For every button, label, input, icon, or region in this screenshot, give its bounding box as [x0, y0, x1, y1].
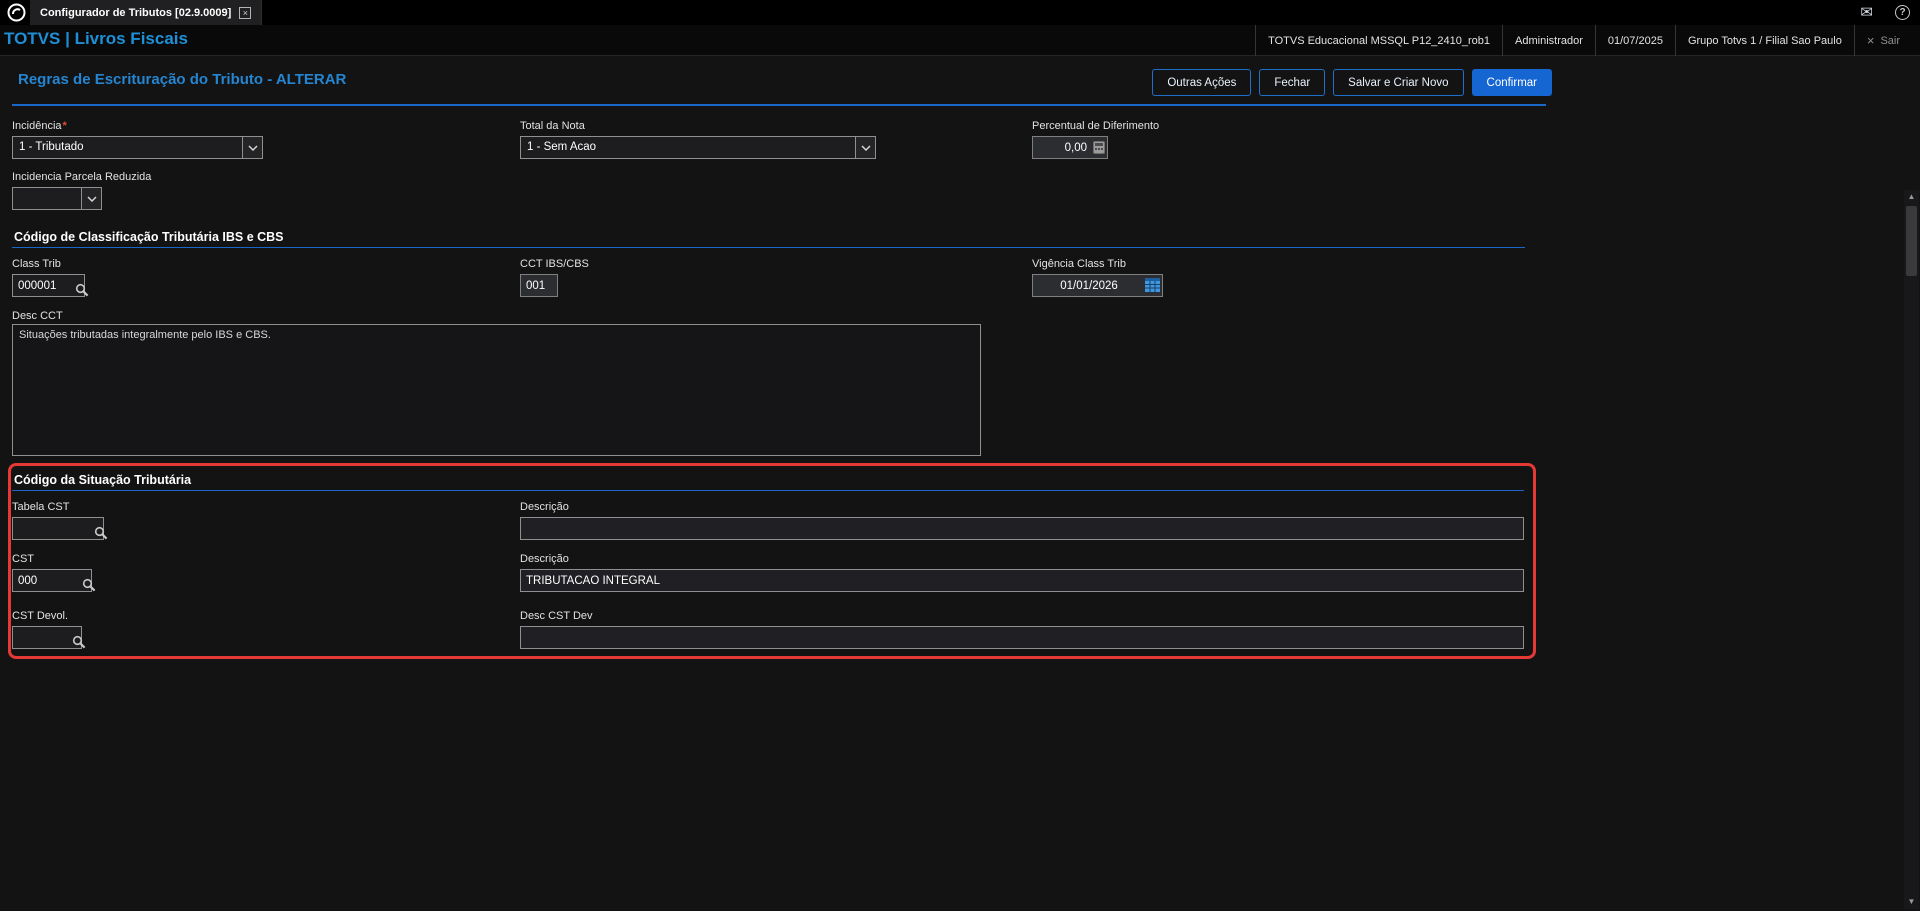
- section-class-trib-title: Código de Classificação Tributária IBS e…: [14, 230, 284, 244]
- action-toolbar: Outras Ações Fechar Salvar e Criar Novo …: [1152, 69, 1552, 96]
- tab-title: Configurador de Tributos [02.9.0009]: [40, 6, 232, 19]
- confirmar-button[interactable]: Confirmar: [1471, 69, 1552, 96]
- magnifier-icon[interactable]: [75, 283, 89, 302]
- cct-ibs-cbs-label: CCT IBS/CBS: [520, 258, 589, 270]
- section-cst-title: Código da Situação Tributária: [14, 473, 192, 487]
- help-icon[interactable]: ?: [1895, 5, 1910, 20]
- cct-ibs-cbs-input[interactable]: [520, 274, 558, 297]
- class-trib-label: Class Trib: [12, 258, 61, 270]
- desc-cct-label: Desc CCT: [12, 310, 63, 322]
- tabela-descricao-input[interactable]: [520, 517, 1524, 540]
- total-nota-select[interactable]: 1 - Sem Acao: [520, 136, 876, 159]
- tabela-descricao-label: Descrição: [520, 501, 569, 513]
- salvar-criar-novo-button[interactable]: Salvar e Criar Novo: [1333, 69, 1464, 96]
- perc-diferimento-label: Percentual de Diferimento: [1032, 120, 1160, 132]
- cst-devol-label: CST Devol.: [12, 610, 69, 622]
- cst-descricao-label: Descrição: [520, 553, 569, 565]
- scrollbar-thumb[interactable]: [1906, 206, 1917, 276]
- total-nota-value: 1 - Sem Acao: [527, 141, 597, 153]
- inc-parcela-reduzida-select[interactable]: [12, 187, 102, 210]
- tab-close-icon[interactable]: ×: [239, 6, 252, 19]
- vertical-scrollbar[interactable]: ▲ ▼: [1904, 190, 1919, 909]
- vigencia-class-trib-input[interactable]: [1032, 274, 1163, 297]
- chevron-down-icon[interactable]: [855, 137, 875, 158]
- totvs-logo-icon: [7, 3, 26, 22]
- magnifier-icon[interactable]: [94, 526, 108, 545]
- mail-icon[interactable]: ✉: [1860, 5, 1873, 20]
- page-title: Regras de Escrituração do Tributo - ALTE…: [18, 71, 347, 88]
- date-label: 01/07/2025: [1594, 25, 1675, 56]
- scroll-up-icon[interactable]: ▲: [1904, 190, 1919, 204]
- desc-cst-dev-input[interactable]: [520, 626, 1524, 649]
- cst-input[interactable]: [12, 569, 92, 592]
- scroll-down-icon[interactable]: ▼: [1904, 895, 1919, 909]
- environment-label: TOTVS Educacional MSSQL P12_2410_rob1: [1255, 25, 1502, 56]
- company-branch-label: Grupo Totvs 1 / Filial Sao Paulo: [1674, 25, 1854, 56]
- tab-configurador-tributos[interactable]: Configurador de Tributos [02.9.0009] ×: [30, 0, 263, 25]
- section-divider: [12, 490, 1524, 491]
- close-icon: ×: [1866, 33, 1875, 48]
- incidencia-select[interactable]: 1 - Tributado: [12, 136, 263, 159]
- inc-parcela-reduzida-value: [13, 188, 81, 209]
- incidencia-label: Incidência*: [12, 120, 67, 132]
- required-mark: *: [62, 120, 67, 132]
- header-divider: [12, 104, 1546, 106]
- vigencia-class-trib-label: Vigência Class Trib: [1032, 258, 1126, 270]
- app-header: TOTVS | Livros Fiscais TOTVS Educacional…: [0, 25, 1920, 56]
- outras-acoes-button[interactable]: Outras Ações: [1152, 69, 1252, 96]
- magnifier-icon[interactable]: [72, 635, 86, 654]
- exit-label: Sair: [1880, 34, 1900, 47]
- chevron-down-icon[interactable]: [81, 188, 101, 209]
- cst-label: CST: [12, 553, 34, 565]
- calendar-icon[interactable]: [1145, 278, 1160, 297]
- total-nota-label: Total da Nota: [520, 120, 585, 132]
- desc-cst-dev-label: Desc CST Dev: [520, 610, 593, 622]
- user-label: Administrador: [1502, 25, 1595, 56]
- exit-button[interactable]: × Sair: [1853, 25, 1912, 56]
- desc-cct-textarea[interactable]: Situações tributadas integralmente pelo …: [12, 324, 981, 456]
- calculator-icon[interactable]: [1093, 141, 1105, 159]
- incidencia-value: 1 - Tributado: [19, 141, 84, 153]
- inc-parcela-reduzida-label: Incidencia Parcela Reduzida: [12, 171, 152, 183]
- tabela-cst-input[interactable]: [12, 517, 104, 540]
- chevron-down-icon[interactable]: [242, 137, 262, 158]
- tabela-cst-label: Tabela CST: [12, 501, 70, 513]
- fechar-button[interactable]: Fechar: [1259, 69, 1326, 96]
- section-divider: [12, 247, 1525, 248]
- brand-title: TOTVS | Livros Fiscais: [4, 29, 188, 48]
- cst-descricao-input[interactable]: [520, 569, 1524, 592]
- window-top-bar: Configurador de Tributos [02.9.0009] × ✉…: [0, 0, 1920, 25]
- magnifier-icon[interactable]: [82, 578, 96, 597]
